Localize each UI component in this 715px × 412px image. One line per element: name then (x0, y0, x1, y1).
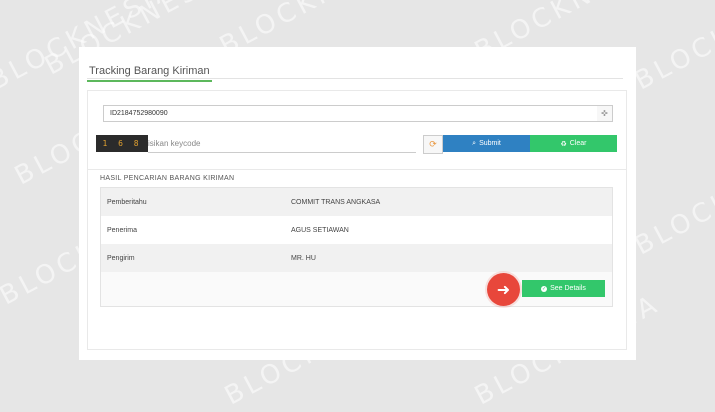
tracking-form: ID2184752980090 ✜ 1 6 8 isikan keycode ⟳… (87, 90, 627, 350)
row-label: Pemberitahu (107, 198, 147, 206)
row-label: Penerima (107, 226, 137, 234)
table-row: Pemberitahu COMMIT TRANS ANGKASA (101, 188, 612, 216)
results-title: HASIL PENCARIAN BARANG KIRIMAN (100, 175, 235, 182)
clear-button[interactable]: ♻ Clear (530, 135, 617, 152)
watermark: BLOCKNESIA (630, 138, 715, 262)
refresh-icon[interactable]: ⟳ (423, 135, 443, 154)
row-label: Pengirim (107, 254, 135, 262)
check-circle-icon: ✓ (541, 285, 548, 292)
table-row: Pengirim MR. HU (101, 244, 612, 272)
divider (88, 169, 626, 170)
results-table: Pemberitahu COMMIT TRANS ANGKASA Penerim… (100, 187, 613, 307)
submit-label: Submit (479, 140, 501, 147)
table-actions-row: ➜ ✓ See Details (101, 272, 612, 306)
arrow-right-icon: ➜ (487, 273, 520, 306)
table-row: Penerima AGUS SETIAWAN (101, 216, 612, 244)
crosshair-icon[interactable]: ✜ (597, 105, 613, 122)
clear-label: Clear (569, 140, 587, 147)
search-icon: ⌕ (472, 139, 477, 147)
tracking-number-input[interactable]: ID2184752980090 (103, 105, 599, 122)
page-header: Tracking Barang Kiriman (87, 61, 623, 82)
submit-button[interactable]: ⌕ Submit (443, 135, 530, 152)
recycle-icon: ♻ (560, 140, 567, 148)
row-value: MR. HU (291, 254, 316, 262)
row-value: COMMIT TRANS ANGKASA (291, 198, 381, 206)
see-details-label: See Details (550, 285, 586, 292)
tracking-panel: Tracking Barang Kiriman ID2184752980090 … (79, 47, 636, 360)
captcha-image: 1 6 8 (96, 135, 148, 152)
keycode-input[interactable]: isikan keycode (148, 135, 416, 153)
row-value: AGUS SETIAWAN (291, 226, 349, 234)
watermark: BLOCKNESIA (630, 0, 715, 97)
see-details-button[interactable]: ✓ See Details (522, 280, 605, 297)
page-title: Tracking Barang Kiriman (87, 65, 212, 82)
